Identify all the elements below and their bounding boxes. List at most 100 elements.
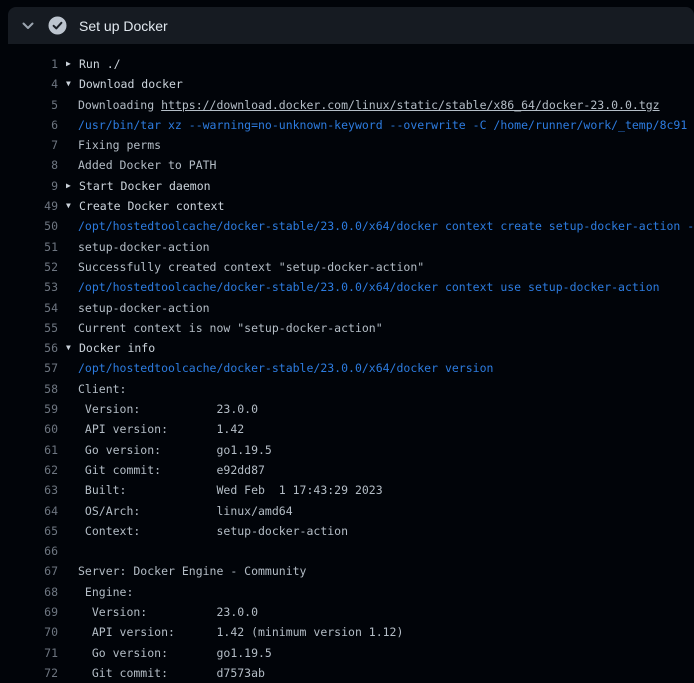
log-text: Go version: go1.19.5 (58, 440, 272, 460)
line-number[interactable]: 70 (0, 622, 58, 642)
line-number[interactable]: 51 (0, 237, 58, 257)
plain-text: Downloading (78, 98, 161, 112)
line-number[interactable]: 64 (0, 501, 58, 521)
line-number[interactable]: 62 (0, 460, 58, 480)
log-line-row: 57/opt/hostedtoolcache/docker-stable/23.… (0, 358, 694, 378)
step-header[interactable]: Set up Docker (8, 7, 694, 44)
line-number[interactable]: 55 (0, 318, 58, 338)
line-number[interactable]: 8 (0, 155, 58, 175)
log-text: OS/Arch: linux/amd64 (58, 501, 293, 521)
group-title[interactable]: ▼Docker info (58, 338, 155, 358)
plain-text: Built: Wed Feb 1 17:43:29 2023 (78, 483, 383, 497)
command-text: /opt/hostedtoolcache/docker-stable/23.0.… (78, 219, 694, 233)
line-number[interactable]: 68 (0, 582, 58, 602)
log-text: Engine: (58, 582, 133, 602)
line-number[interactable]: 60 (0, 419, 58, 439)
log-text: Version: 23.0.0 (58, 602, 258, 622)
log-text: Fixing perms (58, 135, 161, 155)
line-number[interactable]: 9 (0, 176, 58, 196)
line-number[interactable]: 49 (0, 196, 58, 216)
line-number[interactable]: 6 (0, 115, 58, 135)
group-expanded-icon[interactable]: ▼ (66, 196, 79, 216)
line-number[interactable]: 57 (0, 358, 58, 378)
log-text: Added Docker to PATH (58, 155, 216, 175)
group-collapsed-icon[interactable]: ▶ (66, 54, 79, 74)
log-line-row: 5 Downloading https://download.docker.com… (0, 95, 694, 115)
plain-text: setup-docker-action (78, 301, 210, 315)
log-group-row[interactable]: 9▶Start Docker daemon (0, 176, 694, 196)
group-title[interactable]: ▶Run ./ (58, 54, 121, 74)
plain-text: Git commit: d7573ab (78, 666, 265, 680)
step-title: Set up Docker (79, 18, 168, 34)
log-line-row: 54 setup-docker-action (0, 298, 694, 318)
log-group-row[interactable]: 1▶Run ./ (0, 54, 694, 74)
line-number[interactable]: 53 (0, 277, 58, 297)
group-title-text: Start Docker daemon (79, 179, 211, 193)
log-line-row: 67 Server: Docker Engine - Community (0, 561, 694, 581)
log-text: Version: 23.0.0 (58, 399, 258, 419)
line-number[interactable]: 69 (0, 602, 58, 622)
log-line-row: 8 Added Docker to PATH (0, 155, 694, 175)
log-line-row: 69 Version: 23.0.0 (0, 602, 694, 622)
line-number[interactable]: 71 (0, 643, 58, 663)
line-number[interactable]: 52 (0, 257, 58, 277)
line-number[interactable]: 59 (0, 399, 58, 419)
line-number[interactable]: 50 (0, 216, 58, 236)
log-text: Current context is now "setup-docker-act… (58, 318, 383, 338)
log-line-row: 64 OS/Arch: linux/amd64 (0, 501, 694, 521)
log-text: API version: 1.42 (58, 419, 244, 439)
line-number[interactable]: 5 (0, 95, 58, 115)
group-collapsed-icon[interactable]: ▶ (66, 176, 79, 196)
line-number[interactable]: 63 (0, 480, 58, 500)
log-line-row: 68 Engine: (0, 582, 694, 602)
group-expanded-icon[interactable]: ▼ (66, 74, 79, 94)
log-line-row: 58Client: (0, 379, 694, 399)
log-line-row: 55 Current context is now "setup-docker-a… (0, 318, 694, 338)
log-line-row: 66 (0, 541, 694, 561)
chevron-down-icon[interactable] (20, 18, 36, 34)
log-text: API version: 1.42 (minimum version 1.12) (58, 622, 403, 642)
group-title[interactable]: ▼Download docker (58, 74, 183, 94)
plain-text: API version: 1.42 (minimum version 1.12) (78, 625, 403, 639)
log-group-row[interactable]: 49▼Create Docker context (0, 196, 694, 216)
line-number[interactable]: 1 (0, 54, 58, 74)
line-number[interactable]: 65 (0, 521, 58, 541)
group-title-text: Docker info (79, 341, 155, 355)
line-number[interactable]: 67 (0, 561, 58, 581)
group-title[interactable]: ▶Start Docker daemon (58, 176, 211, 196)
plain-text: Engine: (78, 585, 133, 599)
line-number[interactable]: 4 (0, 74, 58, 94)
command-text: /usr/bin/tar xz --warning=no-unknown-key… (78, 118, 687, 132)
group-expanded-icon[interactable]: ▼ (66, 338, 79, 358)
log-line-row: 52Successfully created context "setup-do… (0, 257, 694, 277)
log-line-row: 70 API version: 1.42 (minimum version 1.… (0, 622, 694, 642)
log-link[interactable]: https://download.docker.com/linux/static… (161, 98, 660, 112)
plain-text: Added Docker to PATH (78, 158, 216, 172)
plain-text: Git commit: e92dd87 (78, 463, 265, 477)
group-title-text: Run ./ (79, 57, 121, 71)
log-group-row[interactable]: 4▼Download docker (0, 74, 694, 94)
plain-text: Version: 23.0.0 (78, 605, 258, 619)
log-line-row: 63 Built: Wed Feb 1 17:43:29 2023 (0, 480, 694, 500)
group-title-text: Download docker (79, 77, 183, 91)
plain-text: Server: Docker Engine - Community (78, 564, 306, 578)
log-text: /opt/hostedtoolcache/docker-stable/23.0.… (58, 358, 493, 378)
line-number[interactable]: 7 (0, 135, 58, 155)
log-text: setup-docker-action (58, 237, 210, 257)
log-text: Git commit: d7573ab (58, 663, 265, 683)
line-number[interactable]: 72 (0, 663, 58, 683)
plain-text: Current context is now "setup-docker-act… (78, 321, 383, 335)
line-number[interactable]: 56 (0, 338, 58, 358)
log-text: Built: Wed Feb 1 17:43:29 2023 (58, 480, 383, 500)
group-title[interactable]: ▼Create Docker context (58, 196, 224, 216)
plain-text: Fixing perms (78, 138, 161, 152)
log-group-row[interactable]: 56▼Docker info (0, 338, 694, 358)
line-number[interactable]: 54 (0, 298, 58, 318)
line-number[interactable]: 58 (0, 379, 58, 399)
line-number[interactable]: 61 (0, 440, 58, 460)
log-line-row: 53/opt/hostedtoolcache/docker-stable/23.… (0, 277, 694, 297)
log-line-row: 71 Go version: go1.19.5 (0, 643, 694, 663)
line-number[interactable]: 66 (0, 541, 58, 561)
log-line-row: 61 Go version: go1.19.5 (0, 440, 694, 460)
plain-text: API version: 1.42 (78, 422, 244, 436)
